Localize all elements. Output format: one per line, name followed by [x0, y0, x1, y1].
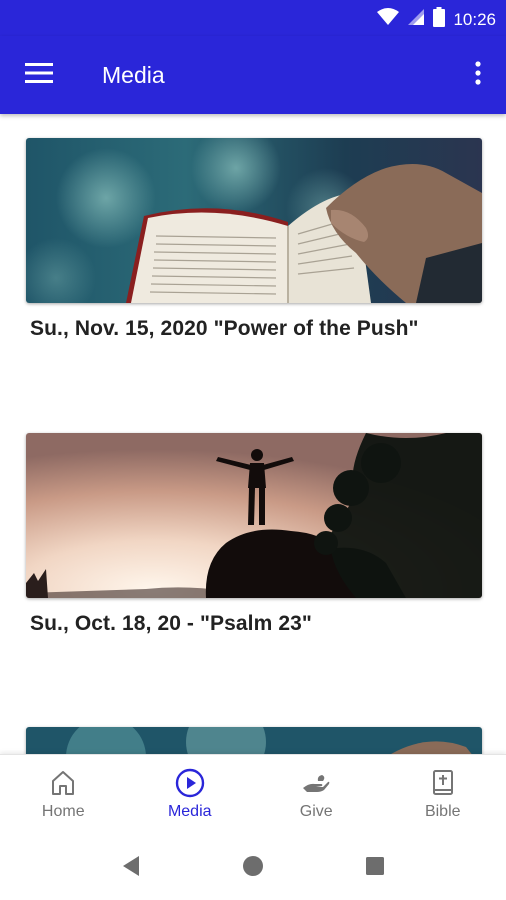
nav-label-home: Home — [41, 803, 85, 820]
nav-label-give: Give — [299, 803, 333, 820]
nav-item-media[interactable]: Media — [127, 755, 254, 836]
status-icons: 10:26 — [377, 7, 496, 32]
media-card-title: Su., Nov. 15, 2020 "Power of the Push" — [30, 317, 419, 340]
app-bar: Media — [0, 36, 506, 114]
play-circle-icon — [174, 767, 206, 799]
media-card-title: Su., Oct. 18, 20 - "Psalm 23" — [30, 612, 312, 635]
signal-icon — [407, 8, 425, 31]
recents-button[interactable] — [360, 853, 390, 883]
wifi-icon — [377, 8, 400, 31]
nav-item-home[interactable]: Home — [0, 755, 127, 836]
media-card[interactable] — [26, 727, 482, 754]
home-system-button[interactable] — [238, 853, 268, 883]
recents-square-icon — [365, 856, 385, 881]
nav-item-give[interactable]: Give — [253, 755, 380, 836]
more-vert-icon — [475, 60, 481, 90]
home-circle-icon — [242, 855, 264, 882]
battery-icon — [433, 7, 446, 32]
media-thumbnail-bible — [26, 727, 482, 754]
hamburger-menu-icon — [25, 62, 53, 89]
nav-item-bible[interactable]: Bible — [380, 755, 506, 836]
media-thumbnail-bible — [26, 138, 482, 303]
menu-button[interactable] — [22, 60, 56, 90]
more-options-button[interactable] — [468, 58, 488, 92]
page-title: Media — [102, 62, 165, 88]
media-list[interactable]: Su., Nov. 15, 2020 "Power of the Push" S… — [0, 114, 506, 754]
media-card[interactable]: Su., Nov. 15, 2020 "Power of the Push" — [26, 138, 482, 341]
nav-label-media: Media — [167, 803, 212, 820]
status-time: 10:26 — [453, 9, 496, 29]
media-thumbnail-sunset — [26, 433, 482, 598]
back-button[interactable] — [116, 853, 146, 883]
media-card[interactable]: Su., Oct. 18, 20 - "Psalm 23" — [26, 433, 482, 636]
system-navigation-bar — [0, 836, 506, 900]
give-hand-icon — [300, 767, 332, 799]
bible-icon — [427, 767, 459, 799]
nav-label-bible: Bible — [424, 803, 461, 820]
status-bar: 10:26 — [0, 0, 506, 36]
back-triangle-icon — [121, 855, 141, 882]
home-icon — [47, 767, 79, 799]
bottom-navigation: Home Media Give Bible — [0, 754, 506, 836]
